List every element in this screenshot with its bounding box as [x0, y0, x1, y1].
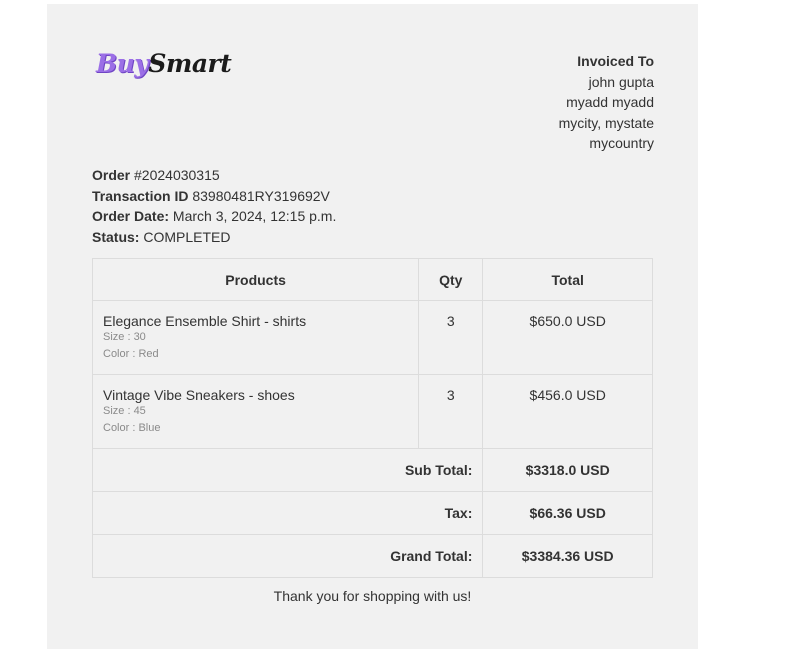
grand-total-label: Grand Total: — [91, 534, 484, 578]
order-date: March 3, 2024, 12:15 p.m. — [172, 208, 337, 224]
transaction-id: 83980481RY319692V — [192, 187, 330, 204]
table-row: Elegance Ensemble Shirt - shirts Size : … — [91, 300, 653, 375]
product-qty: 3 — [418, 300, 484, 375]
order-meta: Order #2024030315 Transaction ID 8398048… — [92, 165, 336, 247]
product-color: Color : Blue — [103, 421, 161, 434]
product-total: $650.0 USD — [482, 300, 653, 375]
transaction-id-row: Transaction ID 83980481RY319692V — [92, 186, 336, 207]
tax-row: Tax: $66.36 USD — [91, 491, 653, 535]
table-row: Vintage Vibe Sneakers - shoes Size : 45 … — [91, 374, 653, 449]
order-number-label: Order — [92, 167, 131, 183]
status-label: Status: — [92, 228, 140, 245]
product-qty: 3 — [418, 374, 484, 449]
brand-logo-part1: Buy — [96, 49, 149, 78]
order-date-row: Order Date: March 3, 2024, 12:15 p.m. — [92, 206, 336, 227]
product-size: Size : 45 — [103, 405, 146, 417]
grand-total-value: $3384.36 USD — [482, 534, 653, 578]
customer-name: john gupta — [588, 73, 654, 90]
product-cell: Elegance Ensemble Shirt - shirts Size : … — [91, 300, 420, 375]
invoiced-to-block: Invoiced To john gupta myadd myadd mycit… — [559, 51, 654, 154]
brand-logo: BuySmart — [96, 49, 232, 79]
product-name: Elegance Ensemble Shirt - shirts — [103, 313, 307, 329]
transaction-id-label: Transaction ID — [92, 187, 189, 204]
order-number-row: Order #2024030315 — [92, 165, 336, 186]
qty-header: Qty — [418, 258, 484, 301]
customer-country: mycountry — [589, 135, 654, 151]
subtotal-row: Sub Total: $3318.0 USD — [91, 448, 653, 492]
product-name: Vintage Vibe Sneakers - shoes — [103, 387, 295, 403]
thank-you-message: Thank you for shopping with us! — [273, 588, 472, 604]
product-size: Size : 30 — [103, 331, 146, 343]
brand-logo-part2: Smart — [148, 49, 232, 78]
order-number: #2024030315 — [134, 167, 220, 183]
product-total: $456.0 USD — [482, 374, 653, 449]
subtotal-label: Sub Total: — [91, 448, 484, 492]
subtotal-value: $3318.0 USD — [482, 448, 653, 492]
tax-label: Tax: — [91, 491, 484, 535]
table-header-row: Products Qty Total — [91, 258, 653, 301]
invoice-sheet: BuySmart Invoiced To john gupta myadd my… — [47, 4, 698, 649]
status-value: COMPLETED — [143, 228, 231, 245]
customer-city-state: mycity, mystate — [558, 114, 654, 131]
invoiced-to-title: Invoiced To — [577, 53, 654, 69]
order-date-label: Order Date: — [92, 208, 170, 224]
total-header: Total — [482, 258, 653, 301]
status-row: Status: COMPLETED — [92, 227, 336, 248]
customer-address: myadd myadd — [566, 94, 654, 110]
grand-total-row: Grand Total: $3384.36 USD — [91, 534, 653, 578]
tax-value: $66.36 USD — [482, 491, 653, 535]
items-table: Products Qty Total Elegance Ensemble Shi… — [91, 258, 653, 578]
products-header: Products — [91, 258, 420, 301]
product-color: Color : Red — [103, 347, 159, 360]
product-cell: Vintage Vibe Sneakers - shoes Size : 45 … — [91, 374, 420, 449]
